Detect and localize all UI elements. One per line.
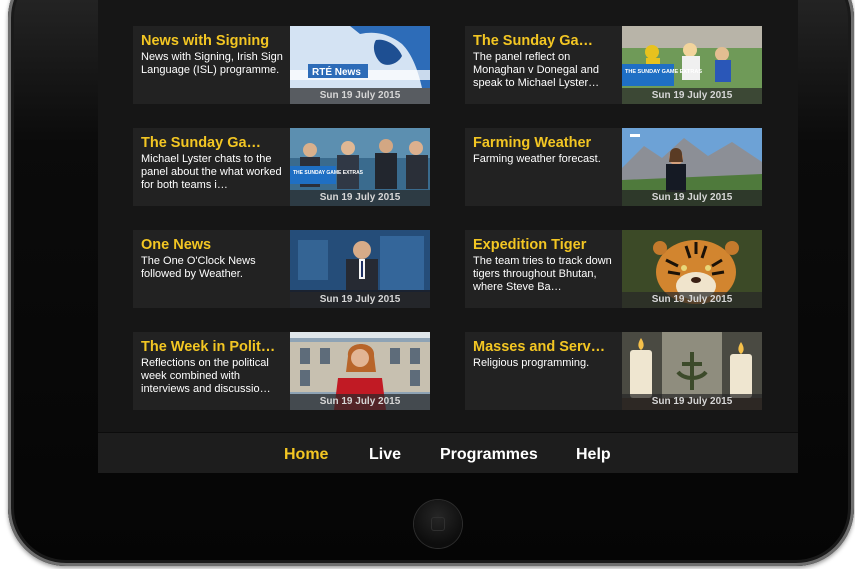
- tile-text: The Sunday Ga… Michael Lyster chats to t…: [141, 135, 283, 191]
- nav-home[interactable]: Home: [284, 433, 328, 473]
- programme-tile[interactable]: News with Signing News with Signing, Iri…: [133, 26, 430, 104]
- tile-title: Masses and Serv…: [473, 339, 606, 355]
- date-label: Sun 19 July 2015: [290, 394, 430, 410]
- tile-description: The panel reflect on Monaghan v Donegal …: [473, 51, 600, 89]
- tile-title: Farming Weather: [473, 135, 592, 151]
- thumb-caption: RTÉ News: [312, 65, 361, 78]
- thumb-caption: THE SUNDAY GAME EXTRAS: [625, 69, 702, 75]
- programme-tile[interactable]: The Week in Polit… Reflections on the po…: [133, 332, 430, 410]
- tile-text: The Week in Polit… Reflections on the po…: [141, 339, 283, 395]
- thumbnail: THE SUNDAY GAME EXTRAS Sun 19 July 2015: [290, 128, 430, 206]
- thumbnail: THE SUNDAY GAME EXTRAS Sun 19 July 2015: [622, 26, 762, 104]
- tile-text: Masses and Serv… Religious programming.: [473, 339, 615, 370]
- tile-description: Michael Lyster chats to the panel about …: [141, 153, 282, 191]
- thumbnail: Sun 19 July 2015: [622, 128, 762, 206]
- tile-description: Religious programming.: [473, 357, 590, 369]
- tile-text: News with Signing News with Signing, Iri…: [141, 33, 283, 77]
- programme-tile[interactable]: The Sunday Ga… The panel reflect on Mona…: [465, 26, 762, 104]
- programme-tile[interactable]: Masses and Serv… Religious programming. …: [465, 332, 762, 410]
- home-square-icon: [431, 517, 445, 531]
- thumbnail: Sun 19 July 2015: [290, 230, 430, 308]
- bottom-nav: Home Live Programmes Help: [98, 432, 798, 473]
- tile-text: The Sunday Ga… The panel reflect on Mona…: [473, 33, 615, 89]
- device-home-button[interactable]: [414, 500, 462, 548]
- tile-title: The Week in Polit…: [141, 339, 276, 355]
- date-label: Sun 19 July 2015: [622, 292, 762, 308]
- nav-help[interactable]: Help: [576, 433, 611, 473]
- nav-programmes[interactable]: Programmes: [440, 433, 538, 473]
- tile-description: The One O'Clock News followed by Weather…: [141, 255, 256, 280]
- tile-text: Expedition Tiger The team tries to track…: [473, 237, 615, 293]
- tile-title: One News: [141, 237, 212, 253]
- tile-text: One News The One O'Clock News followed b…: [141, 237, 283, 281]
- thumbnail: RTÉ News Sun 19 July 2015: [290, 26, 430, 104]
- programme-tile[interactable]: Farming Weather Farming weather forecast…: [465, 128, 762, 206]
- tile-title: The Sunday Ga…: [141, 135, 262, 151]
- tile-description: News with Signing, Irish Sign Language (…: [141, 51, 283, 76]
- date-label: Sun 19 July 2015: [622, 394, 762, 410]
- date-label: Sun 19 July 2015: [290, 190, 430, 206]
- date-label: Sun 19 July 2015: [290, 88, 430, 104]
- thumb-caption: THE SUNDAY GAME EXTRAS: [293, 170, 364, 176]
- programme-tile[interactable]: The Sunday Ga… Michael Lyster chats to t…: [133, 128, 430, 206]
- programme-tile[interactable]: One News The One O'Clock News followed b…: [133, 230, 430, 308]
- tile-text: Farming Weather Farming weather forecast…: [473, 135, 615, 166]
- date-label: Sun 19 July 2015: [622, 88, 762, 104]
- tile-description: Farming weather forecast.: [473, 153, 601, 165]
- thumbnail: Sun 19 July 2015: [290, 332, 430, 410]
- tile-description: Reflections on the political week combin…: [141, 357, 271, 395]
- tile-title: News with Signing: [141, 33, 270, 49]
- tile-title: The Sunday Ga…: [473, 33, 594, 49]
- programme-tile[interactable]: Expedition Tiger The team tries to track…: [465, 230, 762, 308]
- app-screen: News with Signing News with Signing, Iri…: [98, 0, 798, 473]
- thumbnail: Sun 19 July 2015: [622, 332, 762, 410]
- tile-title: Expedition Tiger: [473, 237, 587, 253]
- date-label: Sun 19 July 2015: [622, 190, 762, 206]
- nav-live[interactable]: Live: [369, 433, 401, 473]
- date-label: Sun 19 July 2015: [290, 292, 430, 308]
- thumbnail: Sun 19 July 2015: [622, 230, 762, 308]
- tile-description: The team tries to track down tigers thro…: [473, 255, 612, 293]
